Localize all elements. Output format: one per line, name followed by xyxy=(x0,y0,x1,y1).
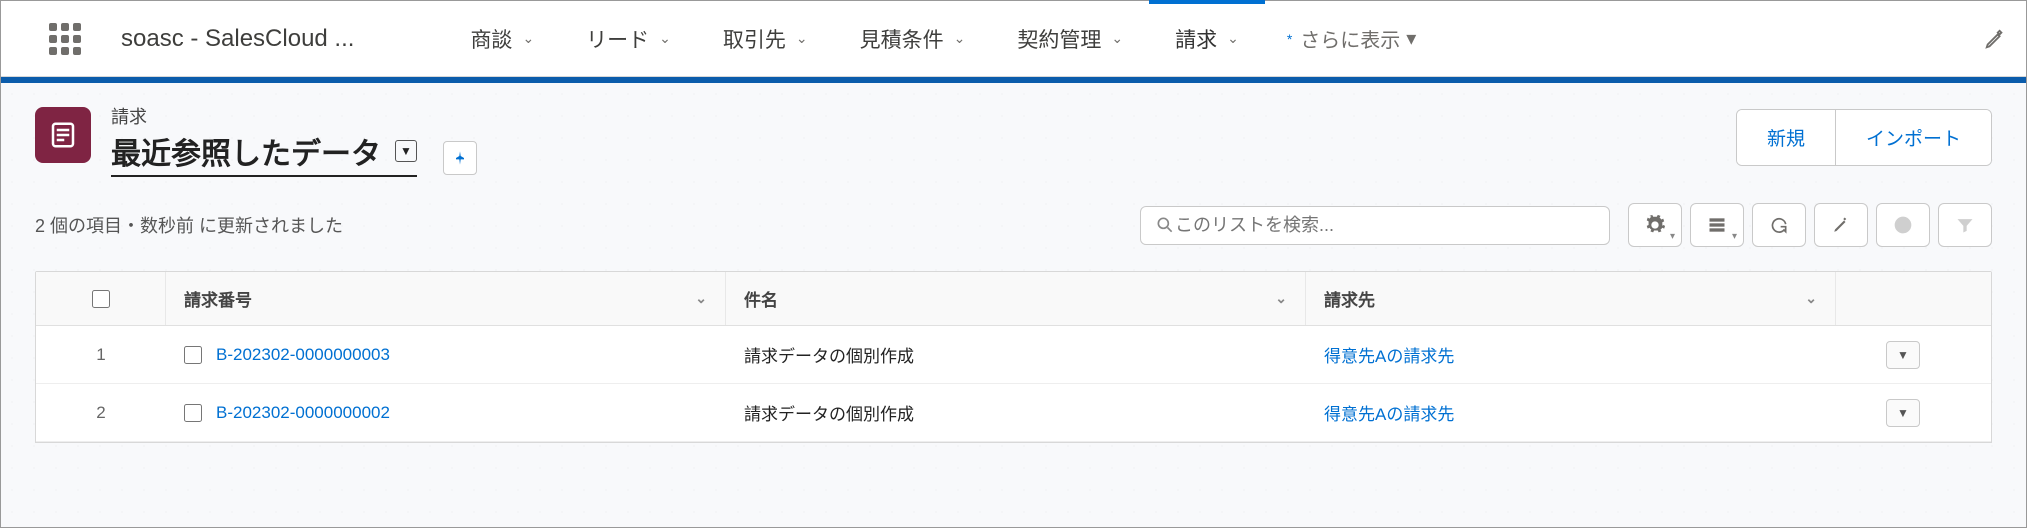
row-menu-button[interactable]: ▼ xyxy=(1886,399,1920,427)
tab-lead[interactable]: リード ⌄ xyxy=(560,1,697,76)
inline-edit-button[interactable] xyxy=(1814,203,1868,247)
bill-to-link[interactable]: 得意先Aの請求先 xyxy=(1324,400,1454,425)
tab-more[interactable]: * さらに表示 ▾ xyxy=(1265,1,1439,76)
tab-label: 見積条件 xyxy=(860,24,944,54)
filter-button[interactable] xyxy=(1938,203,1992,247)
row-number: 2 xyxy=(36,384,166,441)
table-row: 1 B-202302-0000000003 請求データの個別作成 得意先Aの請求… xyxy=(36,326,1991,384)
col-label: 請求先 xyxy=(1324,286,1375,311)
refresh-button[interactable] xyxy=(1752,203,1806,247)
row-menu-button[interactable]: ▼ xyxy=(1886,341,1920,369)
app-name: soasc - SalesCloud ... xyxy=(121,25,354,53)
tab-invoice[interactable]: 請求 ⌄ xyxy=(1149,1,1265,76)
invoice-no-link[interactable]: B-202302-0000000002 xyxy=(216,403,390,423)
col-label: 件名 xyxy=(744,286,778,311)
chevron-down-icon: ⌄ xyxy=(1227,30,1239,47)
refresh-icon xyxy=(1769,215,1789,235)
nav-tabs: 商談 ⌄ リード ⌄ 取引先 ⌄ 見積条件 ⌄ 契約管理 ⌄ 請求 ⌄ * さら… xyxy=(444,1,1438,76)
cell-subject: 請求データの個別作成 xyxy=(726,384,1306,441)
list-settings-button[interactable] xyxy=(1628,203,1682,247)
chevron-down-icon: ⌄ xyxy=(1805,290,1817,307)
tab-label: 取引先 xyxy=(723,24,786,54)
list-view-name[interactable]: 最近参照したデータ xyxy=(111,129,381,173)
col-actions xyxy=(1836,272,1956,325)
pie-chart-icon xyxy=(1893,215,1913,235)
gear-icon xyxy=(1644,214,1666,236)
import-button[interactable]: インポート xyxy=(1835,110,1991,165)
chevron-down-icon: ⌄ xyxy=(1275,290,1287,307)
col-label: 請求番号 xyxy=(184,286,252,311)
asterisk-icon: * xyxy=(1287,31,1292,47)
new-button[interactable]: 新規 xyxy=(1737,110,1835,165)
col-subject[interactable]: 件名 ⌄ xyxy=(726,272,1306,325)
filter-icon xyxy=(1955,215,1975,235)
invoice-no-link[interactable]: B-202302-0000000003 xyxy=(216,345,390,365)
chevron-down-icon: ⌄ xyxy=(695,290,707,307)
edit-nav-icon[interactable] xyxy=(1984,28,2006,50)
list-table: 請求番号 ⌄ 件名 ⌄ 請求先 ⌄ 1 B-202302-0000000003 … xyxy=(35,271,1992,443)
search-icon xyxy=(1155,215,1175,235)
display-as-button[interactable] xyxy=(1690,203,1744,247)
bill-to-link[interactable]: 得意先Aの請求先 xyxy=(1324,342,1454,367)
row-number: 1 xyxy=(36,326,166,383)
object-label: 請求 xyxy=(111,103,417,129)
table-header-row: 請求番号 ⌄ 件名 ⌄ 請求先 ⌄ xyxy=(36,272,1991,326)
tab-account[interactable]: 取引先 ⌄ xyxy=(697,1,834,76)
table-row: 2 B-202302-0000000002 請求データの個別作成 得意先Aの請求… xyxy=(36,384,1991,442)
tab-quote-condition[interactable]: 見積条件 ⌄ xyxy=(834,1,992,76)
chevron-down-icon: ⌄ xyxy=(522,30,534,47)
app-launcher-icon[interactable] xyxy=(49,23,81,55)
row-checkbox[interactable] xyxy=(184,346,202,364)
search-input[interactable] xyxy=(1175,215,1595,236)
invoice-object-icon xyxy=(35,107,91,163)
pin-list-button[interactable] xyxy=(443,141,477,175)
tab-label: 商談 xyxy=(470,24,512,54)
tab-label: 請求 xyxy=(1175,24,1217,54)
tab-contract-mgmt[interactable]: 契約管理 ⌄ xyxy=(991,1,1149,76)
pencil-icon xyxy=(1832,216,1850,234)
cell-subject: 請求データの個別作成 xyxy=(726,326,1306,383)
col-invoice-no[interactable]: 請求番号 ⌄ xyxy=(76,272,726,325)
row-checkbox[interactable] xyxy=(184,404,202,422)
chevron-down-icon: ⌄ xyxy=(796,30,808,47)
tab-opportunity[interactable]: 商談 ⌄ xyxy=(444,1,560,76)
list-view-switcher[interactable]: ▼ xyxy=(395,140,417,162)
caret-down-icon: ▾ xyxy=(1406,26,1416,51)
list-status-text: 2 個の項目・数秒前 に更新されました xyxy=(35,212,343,238)
header-action-group: 新規 インポート xyxy=(1736,109,1992,166)
list-search[interactable] xyxy=(1140,206,1610,245)
tab-label: 契約管理 xyxy=(1017,24,1101,54)
chart-button[interactable] xyxy=(1876,203,1930,247)
chevron-down-icon: ⌄ xyxy=(659,30,671,47)
col-bill-to[interactable]: 請求先 ⌄ xyxy=(1306,272,1836,325)
chevron-down-icon: ⌄ xyxy=(1111,30,1123,47)
table-icon xyxy=(1707,215,1727,235)
tab-more-label: さらに表示 xyxy=(1300,24,1400,53)
tab-label: リード xyxy=(586,24,649,54)
chevron-down-icon: ⌄ xyxy=(954,30,966,47)
